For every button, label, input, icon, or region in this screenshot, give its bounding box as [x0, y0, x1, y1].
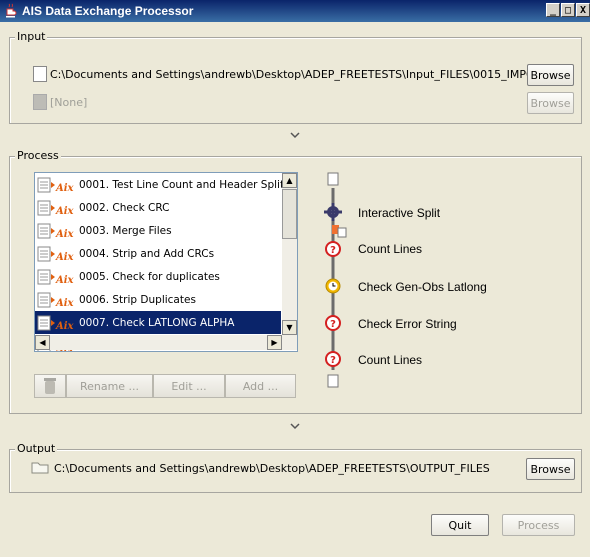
edit-button[interactable]: Edit ... — [153, 374, 225, 398]
collapse-chevron-icon[interactable] — [288, 131, 302, 139]
process-list-item-label: 0004. Strip and Add CRCs — [79, 247, 215, 260]
script-aix-icon: Aix — [37, 222, 75, 240]
svg-text:Aix: Aix — [55, 206, 75, 217]
svg-text:Aix: Aix — [55, 321, 75, 332]
process-list-item[interactable]: Aix 0002. Check CRC — [35, 196, 281, 219]
script-aix-icon: Aix — [37, 314, 75, 332]
expand-chevron-icon[interactable] — [288, 422, 302, 430]
flow-start-file-icon — [327, 172, 339, 186]
add-button[interactable]: Add ... — [225, 374, 296, 398]
scroll-down-arrow[interactable]: ▼ — [282, 320, 297, 335]
maximize-button[interactable]: □ — [561, 3, 575, 17]
question-icon: ? — [325, 315, 341, 331]
process-list-item-label: 0002. Check CRC — [79, 201, 170, 214]
svg-text:Aix: Aix — [55, 298, 75, 309]
close-button[interactable]: X — [576, 3, 590, 17]
flow-step-label: Count Lines — [358, 242, 423, 256]
input-path: C:\Documents and Settings\andrewb\Deskto… — [50, 68, 553, 81]
process-list-item-label: 0005. Check for duplicates — [79, 270, 220, 283]
process-button[interactable]: Process — [502, 514, 575, 536]
flow-step-label: Check Error String — [358, 317, 457, 331]
quit-button[interactable]: Quit — [431, 514, 489, 536]
rename-button[interactable]: Rename ... — [66, 374, 153, 398]
minimize-button[interactable]: _ — [546, 3, 560, 17]
process-legend: Process — [15, 149, 61, 162]
output-legend: Output — [15, 442, 58, 455]
process-list-item-label: 0001. Test Line Count and Header Split — [79, 178, 285, 191]
scroll-left-arrow[interactable]: ◀ — [35, 335, 50, 350]
process-flow-diagram: ? ? ? — [324, 172, 347, 388]
script-aix-icon: Aix — [37, 291, 75, 309]
horizontal-scrollbar[interactable]: ◀ ▶ — [35, 335, 297, 350]
svg-text:?: ? — [330, 245, 336, 256]
script-aix-icon: Aix — [37, 176, 75, 194]
scroll-up-arrow[interactable]: ▲ — [282, 173, 297, 188]
svg-text:?: ? — [330, 319, 336, 330]
file-icon — [33, 66, 47, 82]
clock-icon — [325, 278, 341, 294]
flow-end-file-icon — [327, 374, 339, 388]
delete-button[interactable] — [34, 374, 66, 398]
process-list[interactable]: Aix 0001. Test Line Count and Header Spli… — [34, 172, 298, 352]
disabled-file-icon — [33, 94, 47, 110]
process-list-item[interactable]: Aix 0003. Merge Files — [35, 219, 281, 242]
output-path: C:\Documents and Settings\andrewb\Deskto… — [54, 462, 490, 475]
output-browse-button[interactable]: Browse — [526, 458, 575, 480]
secondary-browse-button[interactable]: Browse — [527, 92, 574, 114]
process-list-item-label: 0007. Check LATLONG ALPHA — [79, 316, 235, 329]
script-aix-icon: Aix — [37, 245, 75, 263]
input-browse-button[interactable]: Browse — [527, 64, 574, 86]
vertical-scrollbar[interactable]: ▲ ▼ — [282, 173, 297, 335]
script-aix-icon: Aix — [37, 199, 75, 217]
secondary-input-path: [None] — [50, 96, 88, 109]
process-list-item-label: 0006. Strip Duplicates — [79, 293, 196, 306]
process-list-item-label: 0003. Merge Files — [79, 224, 172, 237]
process-list-item[interactable]: Aix 0004. Strip and Add CRCs — [35, 242, 281, 265]
process-list-item[interactable]: Aix 0005. Check for duplicates — [35, 265, 281, 288]
folder-icon — [31, 462, 49, 474]
svg-text:Aix: Aix — [55, 183, 75, 194]
process-list-item[interactable]: Aix 0007. Check LATLONG ALPHA — [35, 311, 281, 334]
svg-text:Aix: Aix — [55, 252, 75, 263]
gear-icon — [324, 203, 342, 221]
process-list-item[interactable]: Aix 0001. Test Line Count and Header Spli… — [35, 173, 285, 196]
question-icon: ? — [325, 351, 341, 367]
flow-step-label: Check Gen-Obs Latlong — [358, 280, 487, 294]
process-list-item[interactable]: Aix 0006. Strip Duplicates — [35, 288, 281, 311]
svg-text:?: ? — [330, 355, 336, 366]
script-aix-icon: Aix — [37, 268, 75, 286]
question-icon: ? — [325, 241, 341, 257]
flow-step-label: Interactive Split — [358, 206, 441, 220]
title-bar[interactable]: AIS Data Exchange Processor _ □ X — [0, 0, 590, 22]
scroll-thumb[interactable] — [282, 189, 297, 239]
scroll-right-arrow[interactable]: ▶ — [267, 335, 282, 350]
trash-icon — [44, 378, 56, 394]
svg-text:Aix: Aix — [55, 229, 75, 240]
svg-text:Aix: Aix — [55, 275, 75, 286]
java-coffee-icon — [6, 3, 17, 18]
input-legend: Input — [15, 30, 48, 43]
window-title: AIS Data Exchange Processor — [22, 4, 194, 18]
flow-step-label: Count Lines — [358, 353, 423, 367]
